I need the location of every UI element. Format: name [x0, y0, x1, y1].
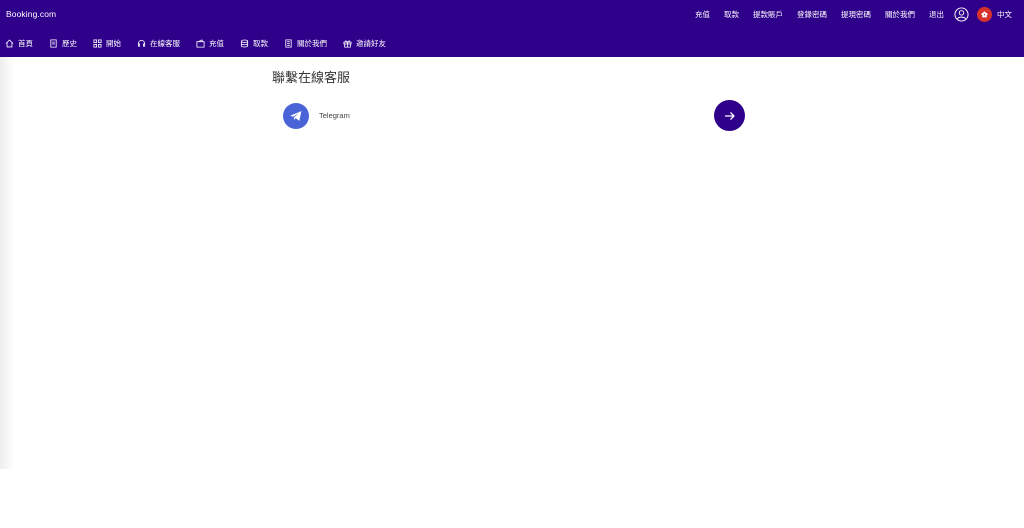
- contact-row-telegram[interactable]: Telegram: [272, 99, 748, 133]
- headset-icon: [137, 39, 146, 47]
- nav-label: 首頁: [18, 38, 33, 48]
- wallet-icon: [196, 38, 205, 48]
- database-icon: [240, 39, 249, 47]
- nav-item-history[interactable]: 歷史: [49, 38, 77, 49]
- telegram-icon: [283, 103, 309, 129]
- language-label: 中文: [997, 9, 1012, 19]
- nav-item-invite-friends[interactable]: 邀請好友: [343, 38, 386, 49]
- nav-item-start[interactable]: 開始: [93, 38, 121, 49]
- top-link-withdraw-password[interactable]: 提現密碼: [841, 9, 871, 20]
- nav-label: 在線客服: [150, 38, 180, 48]
- nav-item-about-us[interactable]: 關於我們: [284, 38, 327, 49]
- home-icon: [5, 39, 14, 47]
- top-link-recharge[interactable]: 充值: [695, 9, 710, 20]
- top-link-logout[interactable]: 退出: [929, 9, 944, 20]
- brand-logo[interactable]: Booking.com: [6, 9, 56, 19]
- nav-label: 歷史: [62, 38, 77, 48]
- info-doc-icon: [285, 38, 292, 48]
- language-selector[interactable]: 中文: [977, 6, 1012, 22]
- user-icon[interactable]: [954, 6, 969, 22]
- hong-kong-flag-icon: [977, 6, 992, 22]
- side-drawer-edge: [0, 57, 14, 469]
- nav-item-recharge[interactable]: 充值: [196, 38, 224, 49]
- top-link-withdrawal-account[interactable]: 提款賬戶: [753, 9, 783, 20]
- arrow-right-icon: [724, 111, 735, 120]
- top-links: 充值 取款 提款賬戶 登錄密碼 提現密碼 關於我們 退出 中文: [681, 5, 1012, 23]
- top-row: Booking.com 充值 取款 提款賬戶 登錄密碼 提現密碼 關於我們 退出…: [0, 0, 1024, 28]
- nav-label: 充值: [209, 38, 224, 48]
- main-nav: 首頁 歷史 開始 在線客服 充值 取款 關於我們 邀請好友: [0, 35, 402, 51]
- page-title: 聯繫在線客服: [272, 70, 351, 85]
- top-bar: Booking.com 充值 取款 提款賬戶 登錄密碼 提現密碼 關於我們 退出…: [0, 0, 1024, 57]
- nav-label: 取款: [253, 38, 268, 48]
- nav-item-withdraw[interactable]: 取款: [240, 38, 268, 49]
- nav-label: 邀請好友: [356, 38, 386, 48]
- top-link-login-password[interactable]: 登錄密碼: [797, 9, 827, 20]
- top-link-about-us[interactable]: 關於我們: [885, 9, 915, 20]
- top-link-withdraw[interactable]: 取款: [724, 9, 739, 20]
- nav-item-home[interactable]: 首頁: [5, 38, 33, 49]
- grid-icon: [93, 38, 102, 48]
- gift-icon: [343, 40, 352, 48]
- open-telegram-button[interactable]: [714, 100, 745, 131]
- contact-label: Telegram: [319, 111, 350, 120]
- nav-label: 開始: [106, 38, 121, 48]
- nav-item-online-service[interactable]: 在線客服: [137, 38, 180, 49]
- nav-label: 關於我們: [297, 38, 327, 48]
- document-icon: [50, 38, 57, 48]
